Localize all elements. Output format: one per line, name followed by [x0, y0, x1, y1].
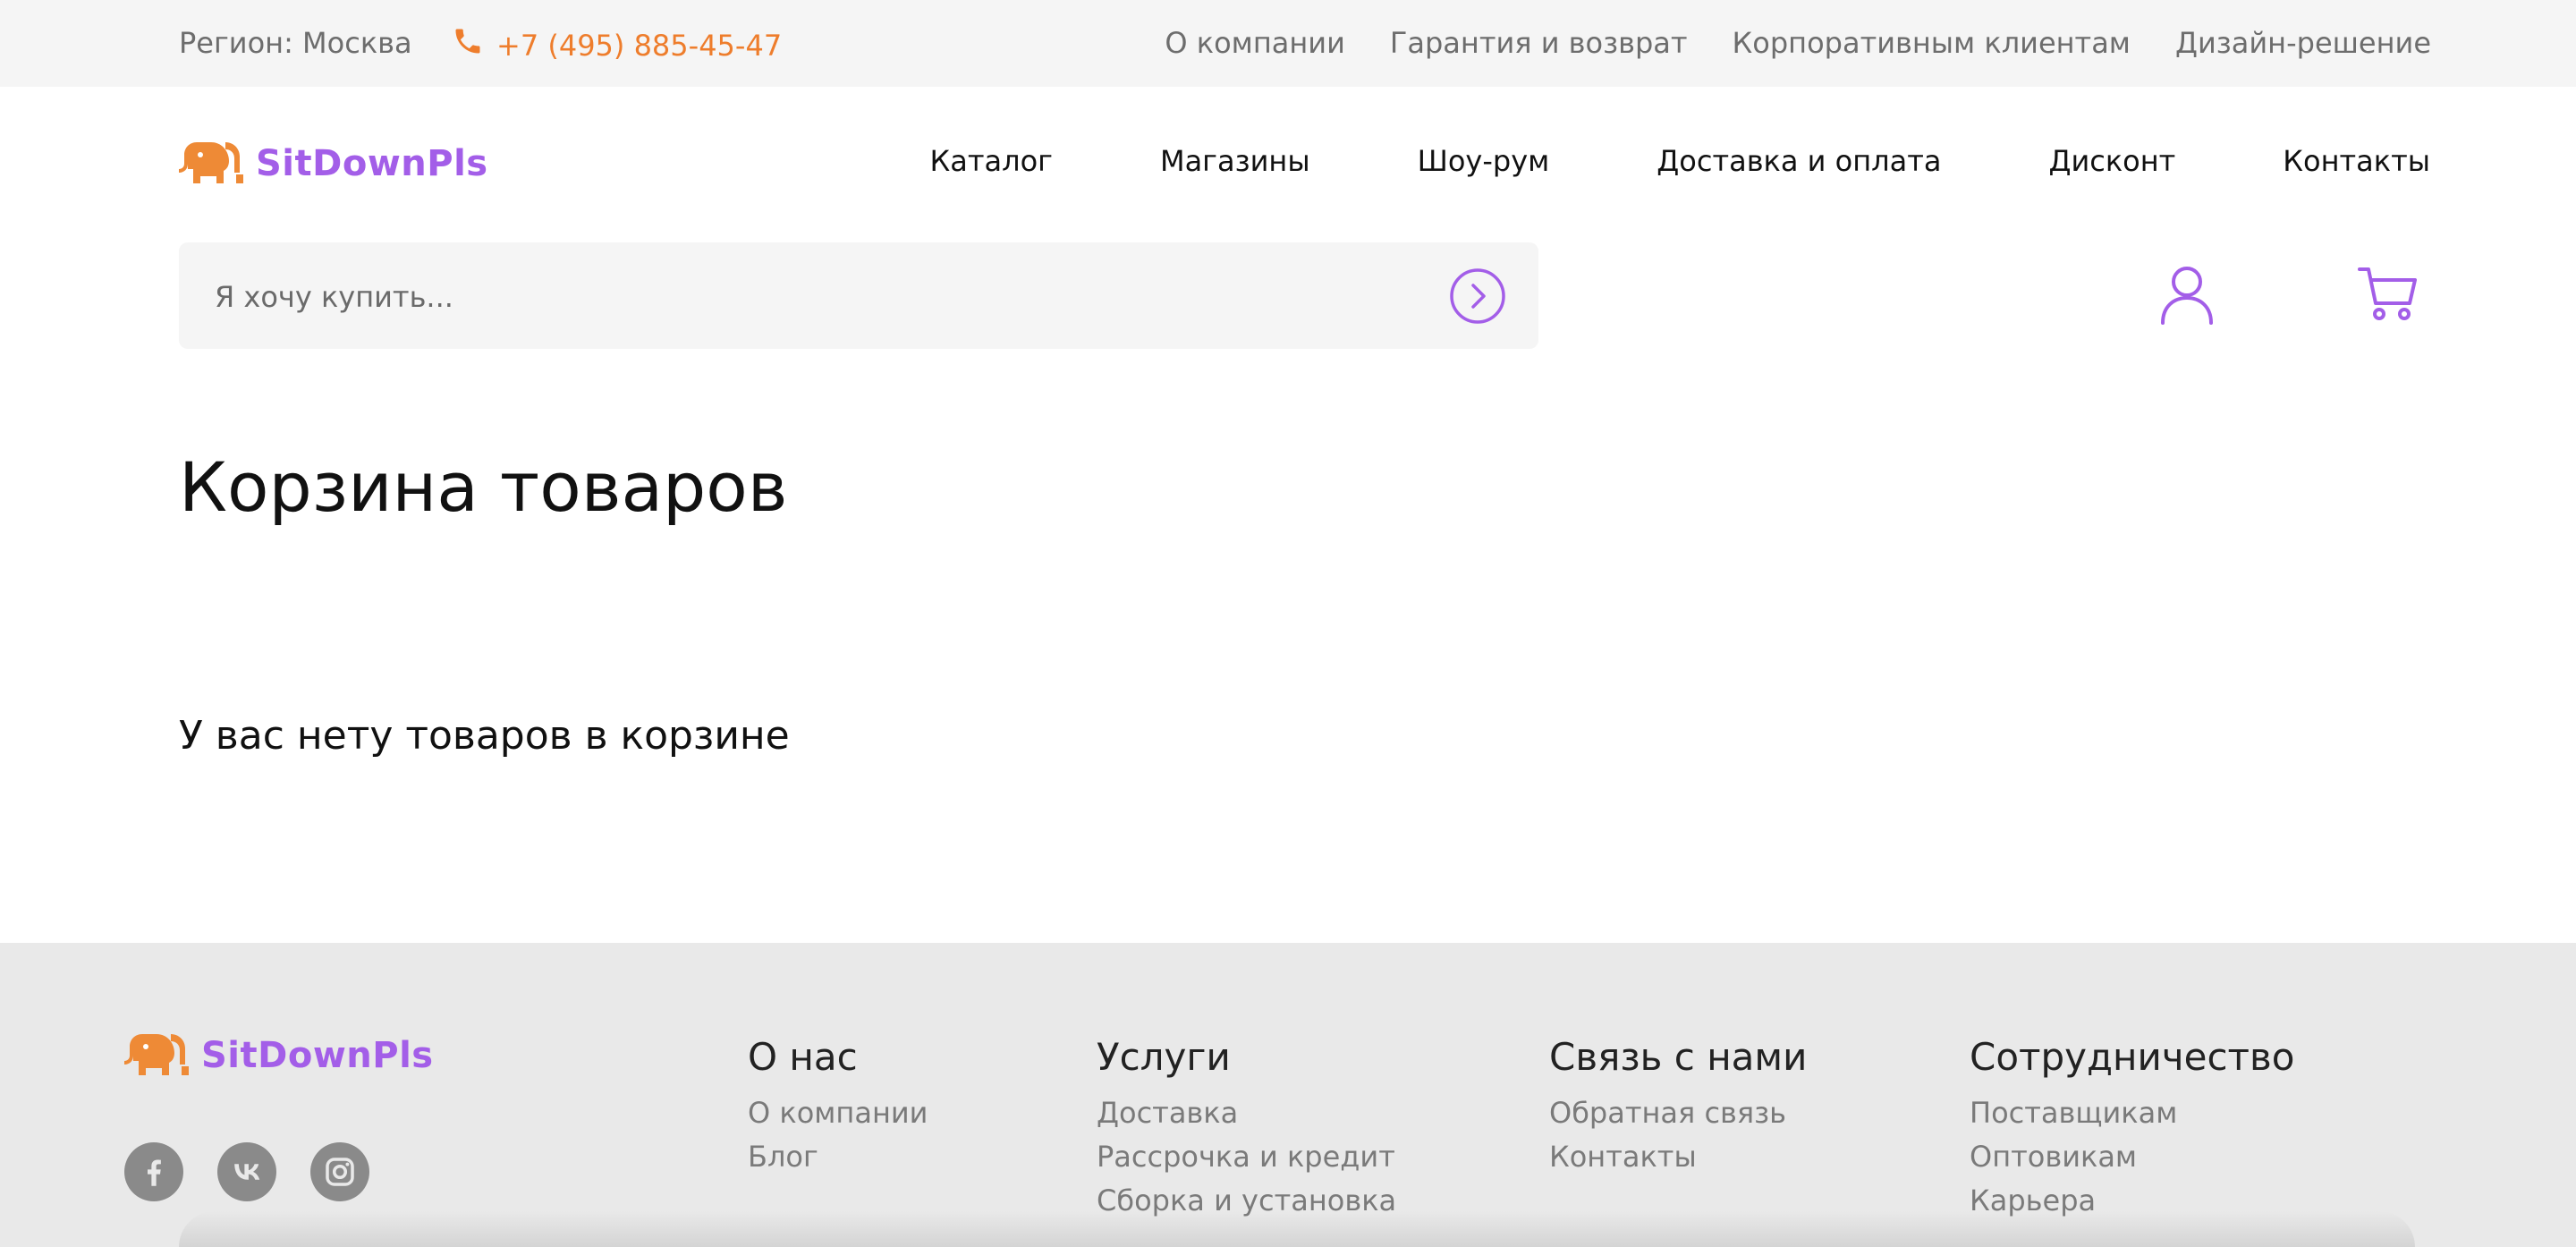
elephant-logo-icon	[124, 1034, 189, 1075]
main-nav: Каталог Магазины Шоу-рум Доставка и опла…	[930, 143, 2430, 179]
logo-text: SitDownPls	[256, 143, 488, 184]
footer-column-services: Услуги Доставка Рассрочка и кредит Сборк…	[1097, 1032, 1396, 1223]
search-submit-button[interactable]	[1449, 267, 1506, 325]
footer-link[interactable]: Блог	[748, 1135, 928, 1179]
footer-link[interactable]: Сборка и установка	[1097, 1179, 1396, 1223]
top-link-warranty[interactable]: Гарантия и возврат	[1390, 25, 1688, 61]
header-logo[interactable]: SitDownPls	[179, 139, 488, 189]
elephant-logo-icon	[179, 142, 243, 183]
nav-catalog[interactable]: Каталог	[930, 143, 1053, 179]
footer-link[interactable]: Рассрочка и кредит	[1097, 1135, 1396, 1179]
footer-link[interactable]: Обратная связь	[1549, 1091, 1807, 1135]
nav-delivery[interactable]: Доставка и оплата	[1657, 143, 1941, 179]
nav-discount[interactable]: Дисконт	[2048, 143, 2175, 179]
page: Регион: Москва +7 (495) 885-45-47 О комп…	[0, 0, 2576, 1247]
social-links	[124, 1142, 369, 1201]
footer-link[interactable]: Поставщикам	[1970, 1091, 2294, 1135]
nav-contacts[interactable]: Контакты	[2283, 143, 2430, 179]
top-link-about[interactable]: О компании	[1165, 25, 1344, 61]
footer-column-title: Услуги	[1097, 1035, 1231, 1079]
phone-number: +7 (495) 885-45-47	[496, 28, 783, 63]
phone-link[interactable]: +7 (495) 885-45-47	[452, 25, 782, 65]
instagram-icon[interactable]	[310, 1142, 369, 1201]
footer-link[interactable]: О компании	[748, 1091, 928, 1135]
footer-column-title: Сотрудничество	[1970, 1035, 2295, 1079]
footer-link[interactable]: Карьера	[1970, 1179, 2294, 1223]
footer-link[interactable]: Оптовикам	[1970, 1135, 2294, 1179]
footer-column-title: Связь с нами	[1549, 1035, 1808, 1079]
nav-showroom[interactable]: Шоу-рум	[1418, 143, 1550, 179]
phone-icon	[452, 25, 484, 65]
footer-column-about: О нас О компании Блог	[748, 1032, 928, 1179]
search-input[interactable]	[213, 269, 1379, 325]
user-account-icon[interactable]	[2157, 264, 2216, 325]
footer-column-title: О нас	[748, 1035, 858, 1079]
chevron-right-icon	[1450, 268, 1505, 324]
footer-link[interactable]: Доставка	[1097, 1091, 1396, 1135]
nav-stores[interactable]: Магазины	[1160, 143, 1310, 179]
top-link-corporate[interactable]: Корпоративным клиентам	[1733, 25, 2131, 61]
top-links: О компании Гарантия и возврат Корпоратив…	[1165, 25, 2431, 61]
search-bar	[179, 242, 1538, 349]
top-link-design[interactable]: Дизайн-решение	[2175, 25, 2431, 61]
facebook-icon[interactable]	[124, 1142, 183, 1201]
top-bar: Регион: Москва +7 (495) 885-45-47 О комп…	[0, 0, 2576, 87]
footer-column-partnership: Сотрудничество Поставщикам Оптовикам Кар…	[1970, 1032, 2294, 1223]
region-selector[interactable]: Регион: Москва	[179, 25, 412, 61]
cart-icon[interactable]	[2358, 262, 2419, 323]
page-title: Корзина товаров	[179, 447, 788, 527]
footer-logo[interactable]: SitDownPls	[124, 1031, 434, 1081]
footer-link[interactable]: Контакты	[1549, 1135, 1807, 1179]
empty-cart-message: У вас нету товаров в корзине	[179, 713, 790, 759]
vk-icon[interactable]	[217, 1142, 276, 1201]
footer-column-contact: Связь с нами Обратная связь Контакты	[1549, 1032, 1807, 1179]
logo-text: SitDownPls	[201, 1035, 434, 1076]
